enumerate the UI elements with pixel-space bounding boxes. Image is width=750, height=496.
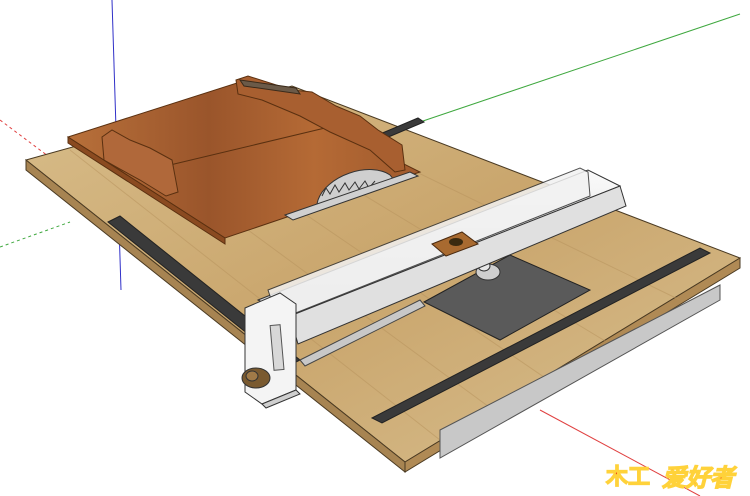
green-axis-line: [419, 13, 741, 123]
3d-viewport[interactable]: 木工 爱好者: [0, 0, 750, 496]
green-axis-line-neg: [0, 221, 71, 248]
model-scene: [0, 0, 742, 496]
site-watermark-logo: 木工 爱好者: [604, 463, 737, 492]
watermark-text: 爱好者: [662, 464, 737, 492]
fence-knob-hole: [449, 238, 463, 246]
fence-lock-knob-icon[interactable]: [241, 367, 271, 389]
watermark-glyph: 木工: [605, 465, 650, 490]
